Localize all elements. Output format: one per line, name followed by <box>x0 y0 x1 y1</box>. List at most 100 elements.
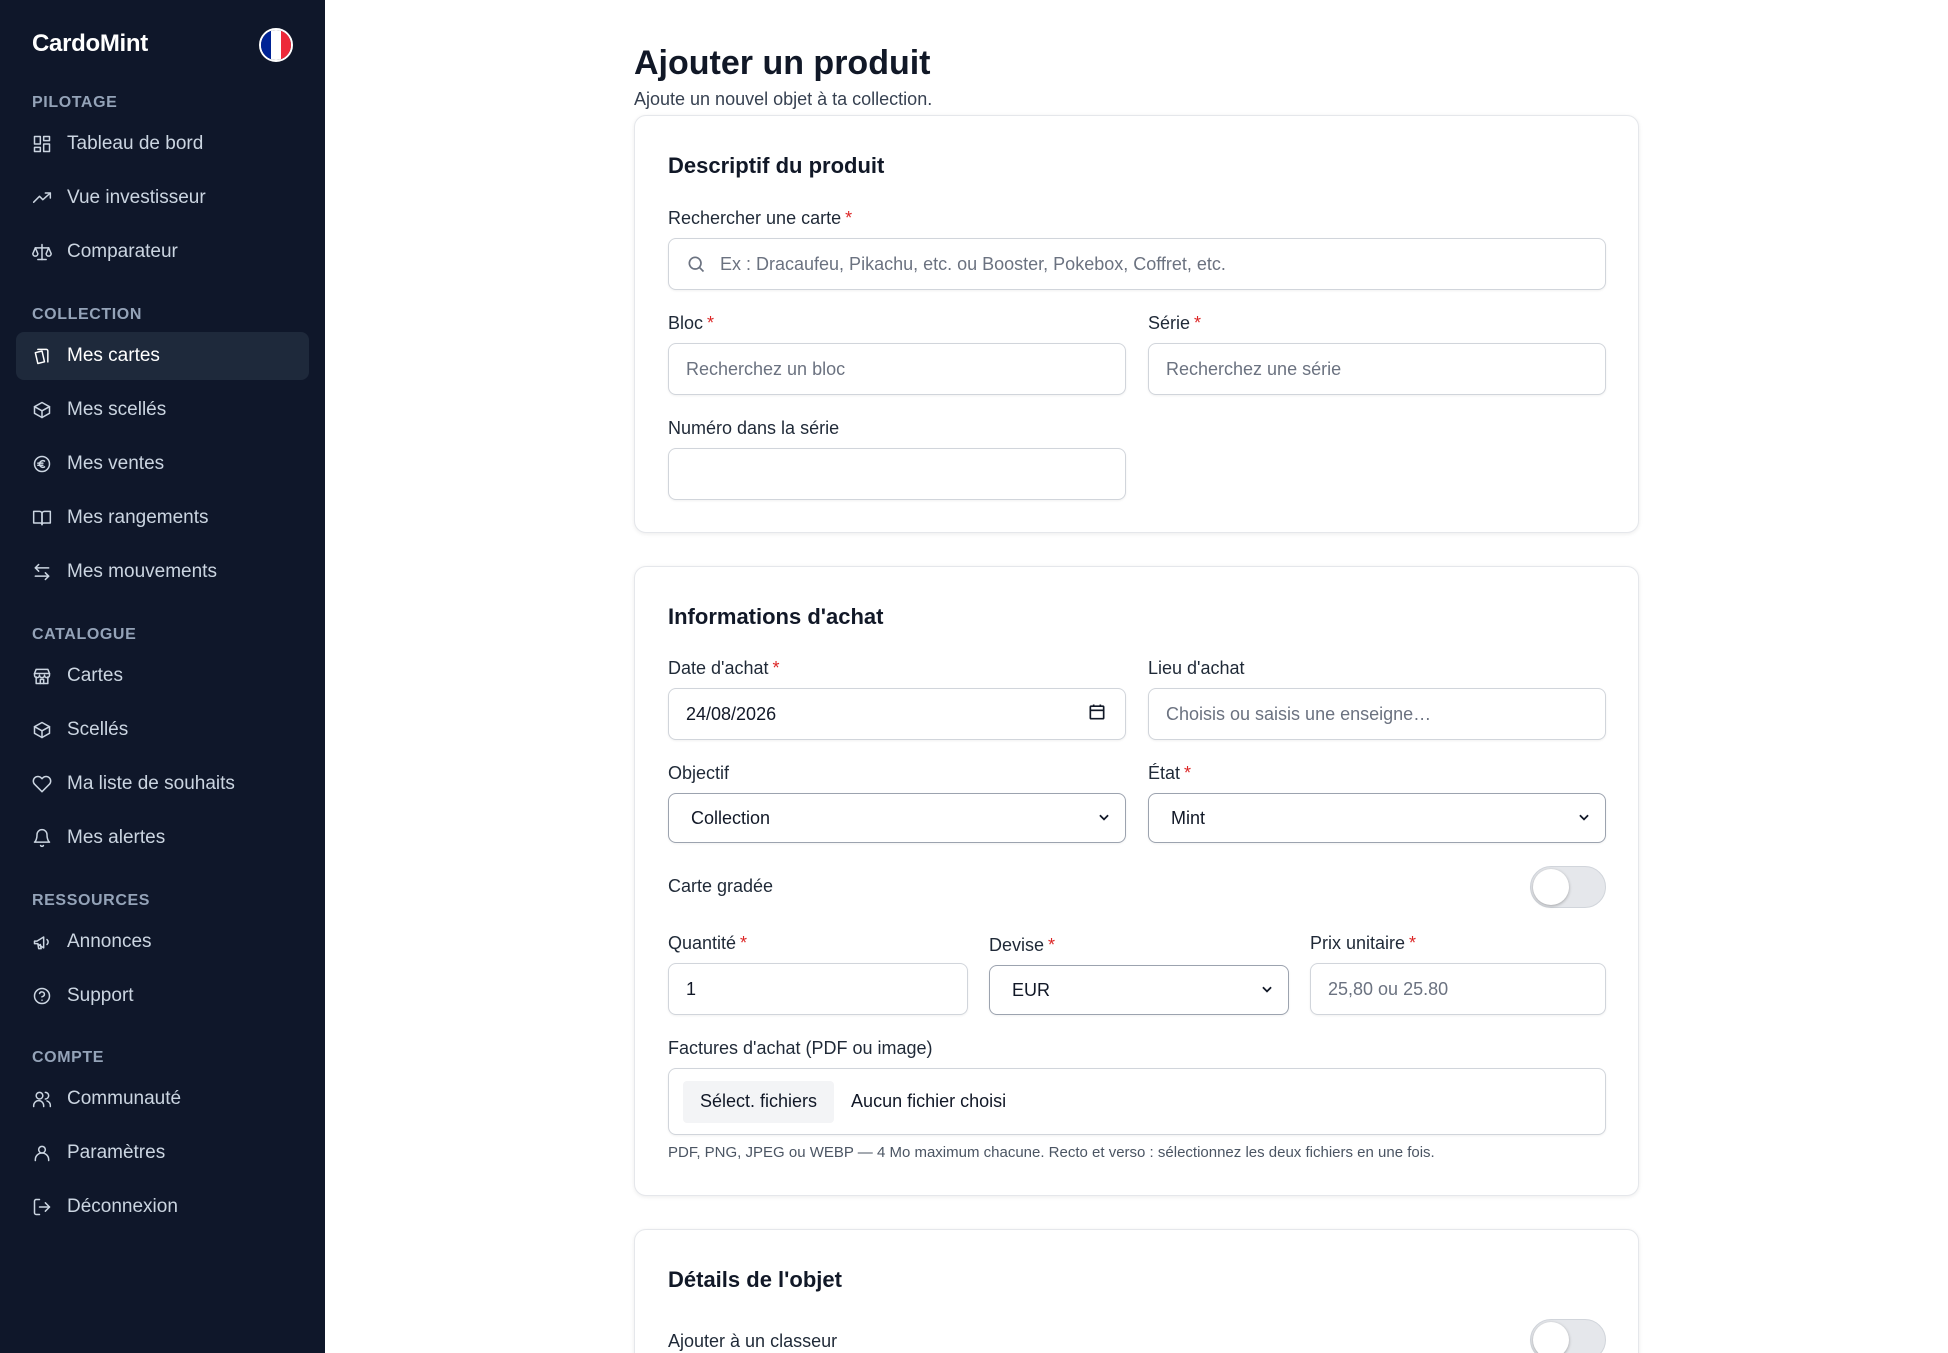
arrows-icon <box>32 562 52 582</box>
megaphone-icon <box>32 932 52 952</box>
heart-icon <box>32 774 52 794</box>
sidebar-item-mes-mouvements[interactable]: Mes mouvements <box>16 548 309 596</box>
gradee-toggle[interactable] <box>1530 866 1606 908</box>
book-icon <box>32 508 52 528</box>
trending-up-icon <box>32 188 52 208</box>
section-title-compte: COMPTE <box>32 1049 105 1066</box>
sidebar-item-comparateur[interactable]: Comparateur <box>16 228 309 276</box>
sidebar: CardoMint PILOTAGE Tableau de bord Vue i… <box>0 0 325 1353</box>
lieu-input[interactable]: Choisis ou saisis une enseigne… <box>1148 688 1606 740</box>
sidebar-item-vue-investisseur[interactable]: Vue investisseur <box>16 174 309 222</box>
section-title-catalogue: CATALOGUE <box>32 626 137 643</box>
store-icon <box>32 666 52 686</box>
card-title-details: Détails de l'objet <box>668 1267 842 1292</box>
classeur-toggle[interactable] <box>1530 1319 1606 1353</box>
page-title: Ajouter un produit <box>634 44 931 82</box>
calendar-icon[interactable] <box>1087 702 1107 727</box>
file-hint: PDF, PNG, JPEG ou WEBP — 4 Mo maximum ch… <box>668 1144 1435 1161</box>
etat-label: État * <box>1148 763 1192 783</box>
dashboard-icon <box>32 134 52 154</box>
box-icon <box>32 400 52 420</box>
sidebar-item-label: Support <box>67 985 134 1006</box>
objectif-label: Objectif <box>668 763 730 783</box>
chevron-down-icon <box>1577 808 1591 829</box>
sidebar-item-deconnexion[interactable]: Déconnexion <box>16 1183 309 1231</box>
sidebar-item-label: Communauté <box>67 1088 182 1109</box>
card-achat: Informations d'achat Date d'achat * 24/08… <box>634 566 1639 1196</box>
sidebar-item-label: Paramètres <box>67 1142 166 1163</box>
lieu-label: Lieu d'achat <box>1148 658 1245 678</box>
sidebar-item-label: Mes ventes <box>67 453 165 474</box>
file-select-button[interactable]: Sélect. fichiers <box>683 1080 835 1123</box>
sidebar-item-support[interactable]: Support <box>16 972 309 1020</box>
app-logo[interactable]: CardoMint <box>32 30 148 58</box>
card-title-achat: Informations d'achat <box>668 604 884 629</box>
sidebar-item-label: Vue investisseur <box>67 187 206 208</box>
sidebar-item-label: Tableau de bord <box>67 133 204 154</box>
prix-label: Prix unitaire * <box>1310 933 1417 953</box>
sidebar-item-label: Annonces <box>67 931 152 952</box>
numero-label: Numéro dans la série <box>668 418 840 438</box>
sidebar-item-communaute[interactable]: Communauté <box>16 1075 309 1123</box>
sidebar-item-label: Déconnexion <box>67 1196 178 1217</box>
sidebar-item-scelles[interactable]: Scellés <box>16 706 309 754</box>
chevron-down-icon <box>1260 980 1274 1001</box>
search-label: Rechercher une carte * <box>668 208 853 228</box>
sidebar-item-label: Scellés <box>67 719 129 740</box>
sidebar-item-label: Mes rangements <box>67 507 209 528</box>
objectif-select[interactable]: Collection <box>668 793 1126 843</box>
quantite-label: Quantité * <box>668 933 748 953</box>
user-icon <box>32 1143 52 1163</box>
sidebar-item-mes-cartes[interactable]: Mes cartes <box>16 332 309 380</box>
devise-label: Devise * <box>989 935 1056 955</box>
gradee-label: Carte gradée <box>668 876 774 896</box>
bloc-label: Bloc * <box>668 313 715 333</box>
sidebar-item-label: Mes mouvements <box>67 561 217 582</box>
search-icon <box>686 254 706 274</box>
prix-input[interactable]: 25,80 ou 25.80 <box>1310 963 1606 1015</box>
section-title-collection: COLLECTION <box>32 306 142 323</box>
sidebar-item-label: Ma liste de souhaits <box>67 773 235 794</box>
sidebar-item-label: Mes alertes <box>67 827 166 848</box>
sidebar-item-mes-scelles[interactable]: Mes scellés <box>16 386 309 434</box>
page-subtitle: Ajoute un nouvel objet à ta collection. <box>634 89 933 109</box>
sidebar-item-mes-ventes[interactable]: Mes ventes <box>16 440 309 488</box>
scale-icon <box>32 242 52 262</box>
sidebar-item-label: Mes scellés <box>67 399 167 420</box>
card-details: Détails de l'objet Ajouter à un classeur <box>634 1229 1639 1353</box>
sidebar-item-mes-alertes[interactable]: Mes alertes <box>16 814 309 862</box>
sidebar-item-annonces[interactable]: Annonces <box>16 918 309 966</box>
sidebar-item-label: Mes cartes <box>67 345 160 366</box>
numero-input[interactable] <box>668 448 1126 500</box>
chevron-down-icon <box>1097 808 1111 829</box>
users-icon <box>32 1089 52 1109</box>
date-label: Date d'achat * <box>668 658 780 678</box>
logout-icon <box>32 1197 52 1217</box>
devise-select[interactable]: EUR <box>989 965 1289 1015</box>
sidebar-item-mes-rangements[interactable]: Mes rangements <box>16 494 309 542</box>
card-descriptif: Descriptif du produit Rechercher une car… <box>634 115 1639 533</box>
etat-select[interactable]: Mint <box>1148 793 1606 843</box>
section-title-ressources: RESSOURCES <box>32 892 151 909</box>
language-flag-icon[interactable] <box>259 28 293 62</box>
sidebar-item-liste-de-souhaits[interactable]: Ma liste de souhaits <box>16 760 309 808</box>
sidebar-item-tableau-de-bord[interactable]: Tableau de bord <box>16 120 309 168</box>
file-status: Aucun fichier choisi <box>851 1091 1007 1111</box>
sidebar-item-parametres[interactable]: Paramètres <box>16 1129 309 1177</box>
quantite-input[interactable]: 1 <box>668 963 968 1015</box>
bloc-input[interactable]: Recherchez un bloc <box>668 343 1126 395</box>
classeur-label: Ajouter à un classeur <box>668 1331 838 1351</box>
sidebar-item-label: Comparateur <box>67 241 178 262</box>
serie-input[interactable]: Recherchez une série <box>1148 343 1606 395</box>
factures-label: Factures d'achat (PDF ou image) <box>668 1038 933 1058</box>
factures-file-input[interactable]: Sélect. fichiers Aucun fichier choisi <box>668 1068 1606 1135</box>
box-icon <box>32 720 52 740</box>
date-input[interactable]: 24/08/2026 <box>668 688 1126 740</box>
section-title-pilotage: PILOTAGE <box>32 94 118 111</box>
euro-icon <box>32 454 52 474</box>
serie-label: Série * <box>1148 313 1202 333</box>
search-input[interactable]: Ex : Dracaufeu, Pikachu, etc. ou Booster… <box>668 238 1606 290</box>
card-title-descriptif: Descriptif du produit <box>668 153 885 178</box>
sidebar-item-cartes[interactable]: Cartes <box>16 652 309 700</box>
cards-icon <box>32 346 52 366</box>
